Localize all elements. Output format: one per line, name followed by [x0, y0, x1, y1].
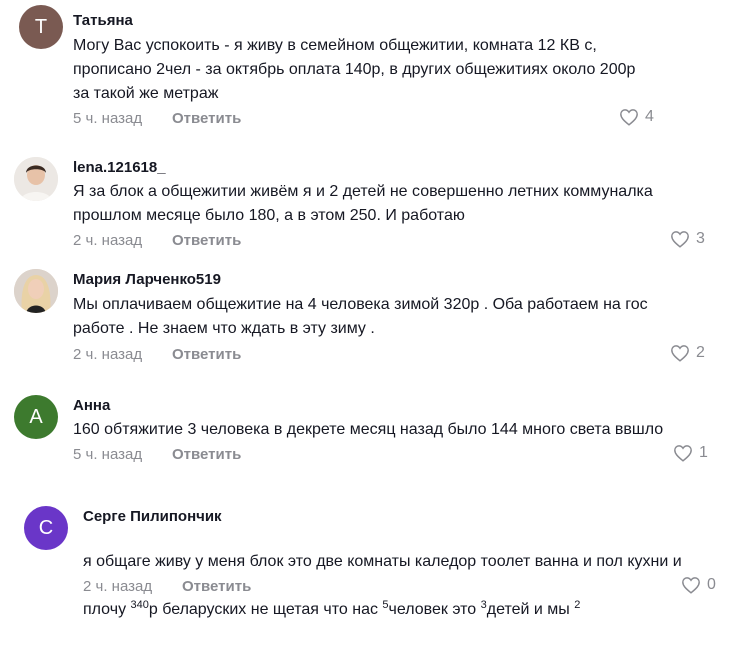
heart-icon — [670, 344, 690, 362]
comment-text-part: плочу — [83, 601, 131, 618]
heart-icon — [670, 230, 690, 248]
like-button[interactable]: 2 — [670, 344, 705, 362]
user-photo-icon — [14, 157, 58, 201]
user-photo-icon — [14, 269, 58, 313]
comment-author[interactable]: lena.121618_ — [73, 159, 166, 176]
comment-text: Я за блок а общежитии живём я и 2 детей … — [73, 183, 653, 224]
like-count: 3 — [696, 230, 705, 247]
heart-icon — [681, 576, 701, 594]
like-count: 2 — [696, 344, 705, 361]
heart-icon — [673, 444, 693, 462]
comment-timestamp: 5 ч. назад — [73, 446, 143, 463]
like-count: 0 — [707, 576, 716, 593]
comment-timestamp: 5 ч. назад — [73, 110, 143, 127]
avatar-letter: Т — [34, 15, 48, 38]
reply-button[interactable]: Ответить — [182, 578, 251, 595]
avatar[interactable] — [14, 269, 58, 313]
comment-author[interactable]: Татьяна — [73, 12, 133, 29]
like-count: 1 — [699, 444, 708, 461]
superscript: 340 — [130, 599, 149, 611]
avatar[interactable]: Т — [19, 5, 63, 49]
reply-button[interactable]: Ответить — [172, 346, 241, 363]
like-button[interactable]: 3 — [670, 230, 705, 248]
comment-author[interactable]: Мария Ларченко519 — [73, 271, 221, 288]
like-button[interactable]: 0 — [681, 576, 716, 594]
comment-text-part: детей и мы — [486, 601, 575, 618]
comment-text: Мы оплачиваем общежитие на 4 человека зи… — [73, 296, 648, 337]
comment-text: я общаге живу у меня блок это две комнат… — [83, 526, 682, 622]
avatar[interactable] — [14, 157, 58, 201]
reply-button[interactable]: Ответить — [172, 446, 241, 463]
reply-button[interactable]: Ответить — [172, 110, 241, 127]
comment-author[interactable]: Серге Пилипончик — [83, 508, 222, 525]
superscript: 2 — [574, 599, 581, 611]
comment-text: 160 обтяжитие 3 человека в декрете месяц… — [73, 421, 664, 438]
comment-text: Могу Вас успокоить - я живу в семейном о… — [73, 37, 636, 102]
avatar[interactable]: А — [14, 395, 58, 439]
like-count: 4 — [645, 108, 654, 125]
comment-text-part: р беларуских не щетая что нас — [148, 601, 383, 618]
comment-author[interactable]: Анна — [73, 397, 110, 414]
like-button[interactable]: 1 — [673, 444, 708, 462]
comment-text-part: человек это — [388, 601, 481, 618]
comment-timestamp: 2 ч. назад — [73, 232, 143, 249]
comment-timestamp: 2 ч. назад — [83, 578, 153, 595]
comment-text-line: я общаге живу у меня блок это две комнат… — [83, 553, 682, 570]
heart-icon — [619, 108, 639, 126]
like-button[interactable]: 4 — [619, 108, 654, 126]
reply-button[interactable]: Ответить — [172, 232, 241, 249]
avatar-letter: А — [29, 405, 43, 428]
avatar-letter: С — [38, 516, 54, 539]
avatar[interactable]: С — [24, 506, 68, 550]
comment-timestamp: 2 ч. назад — [73, 346, 143, 363]
